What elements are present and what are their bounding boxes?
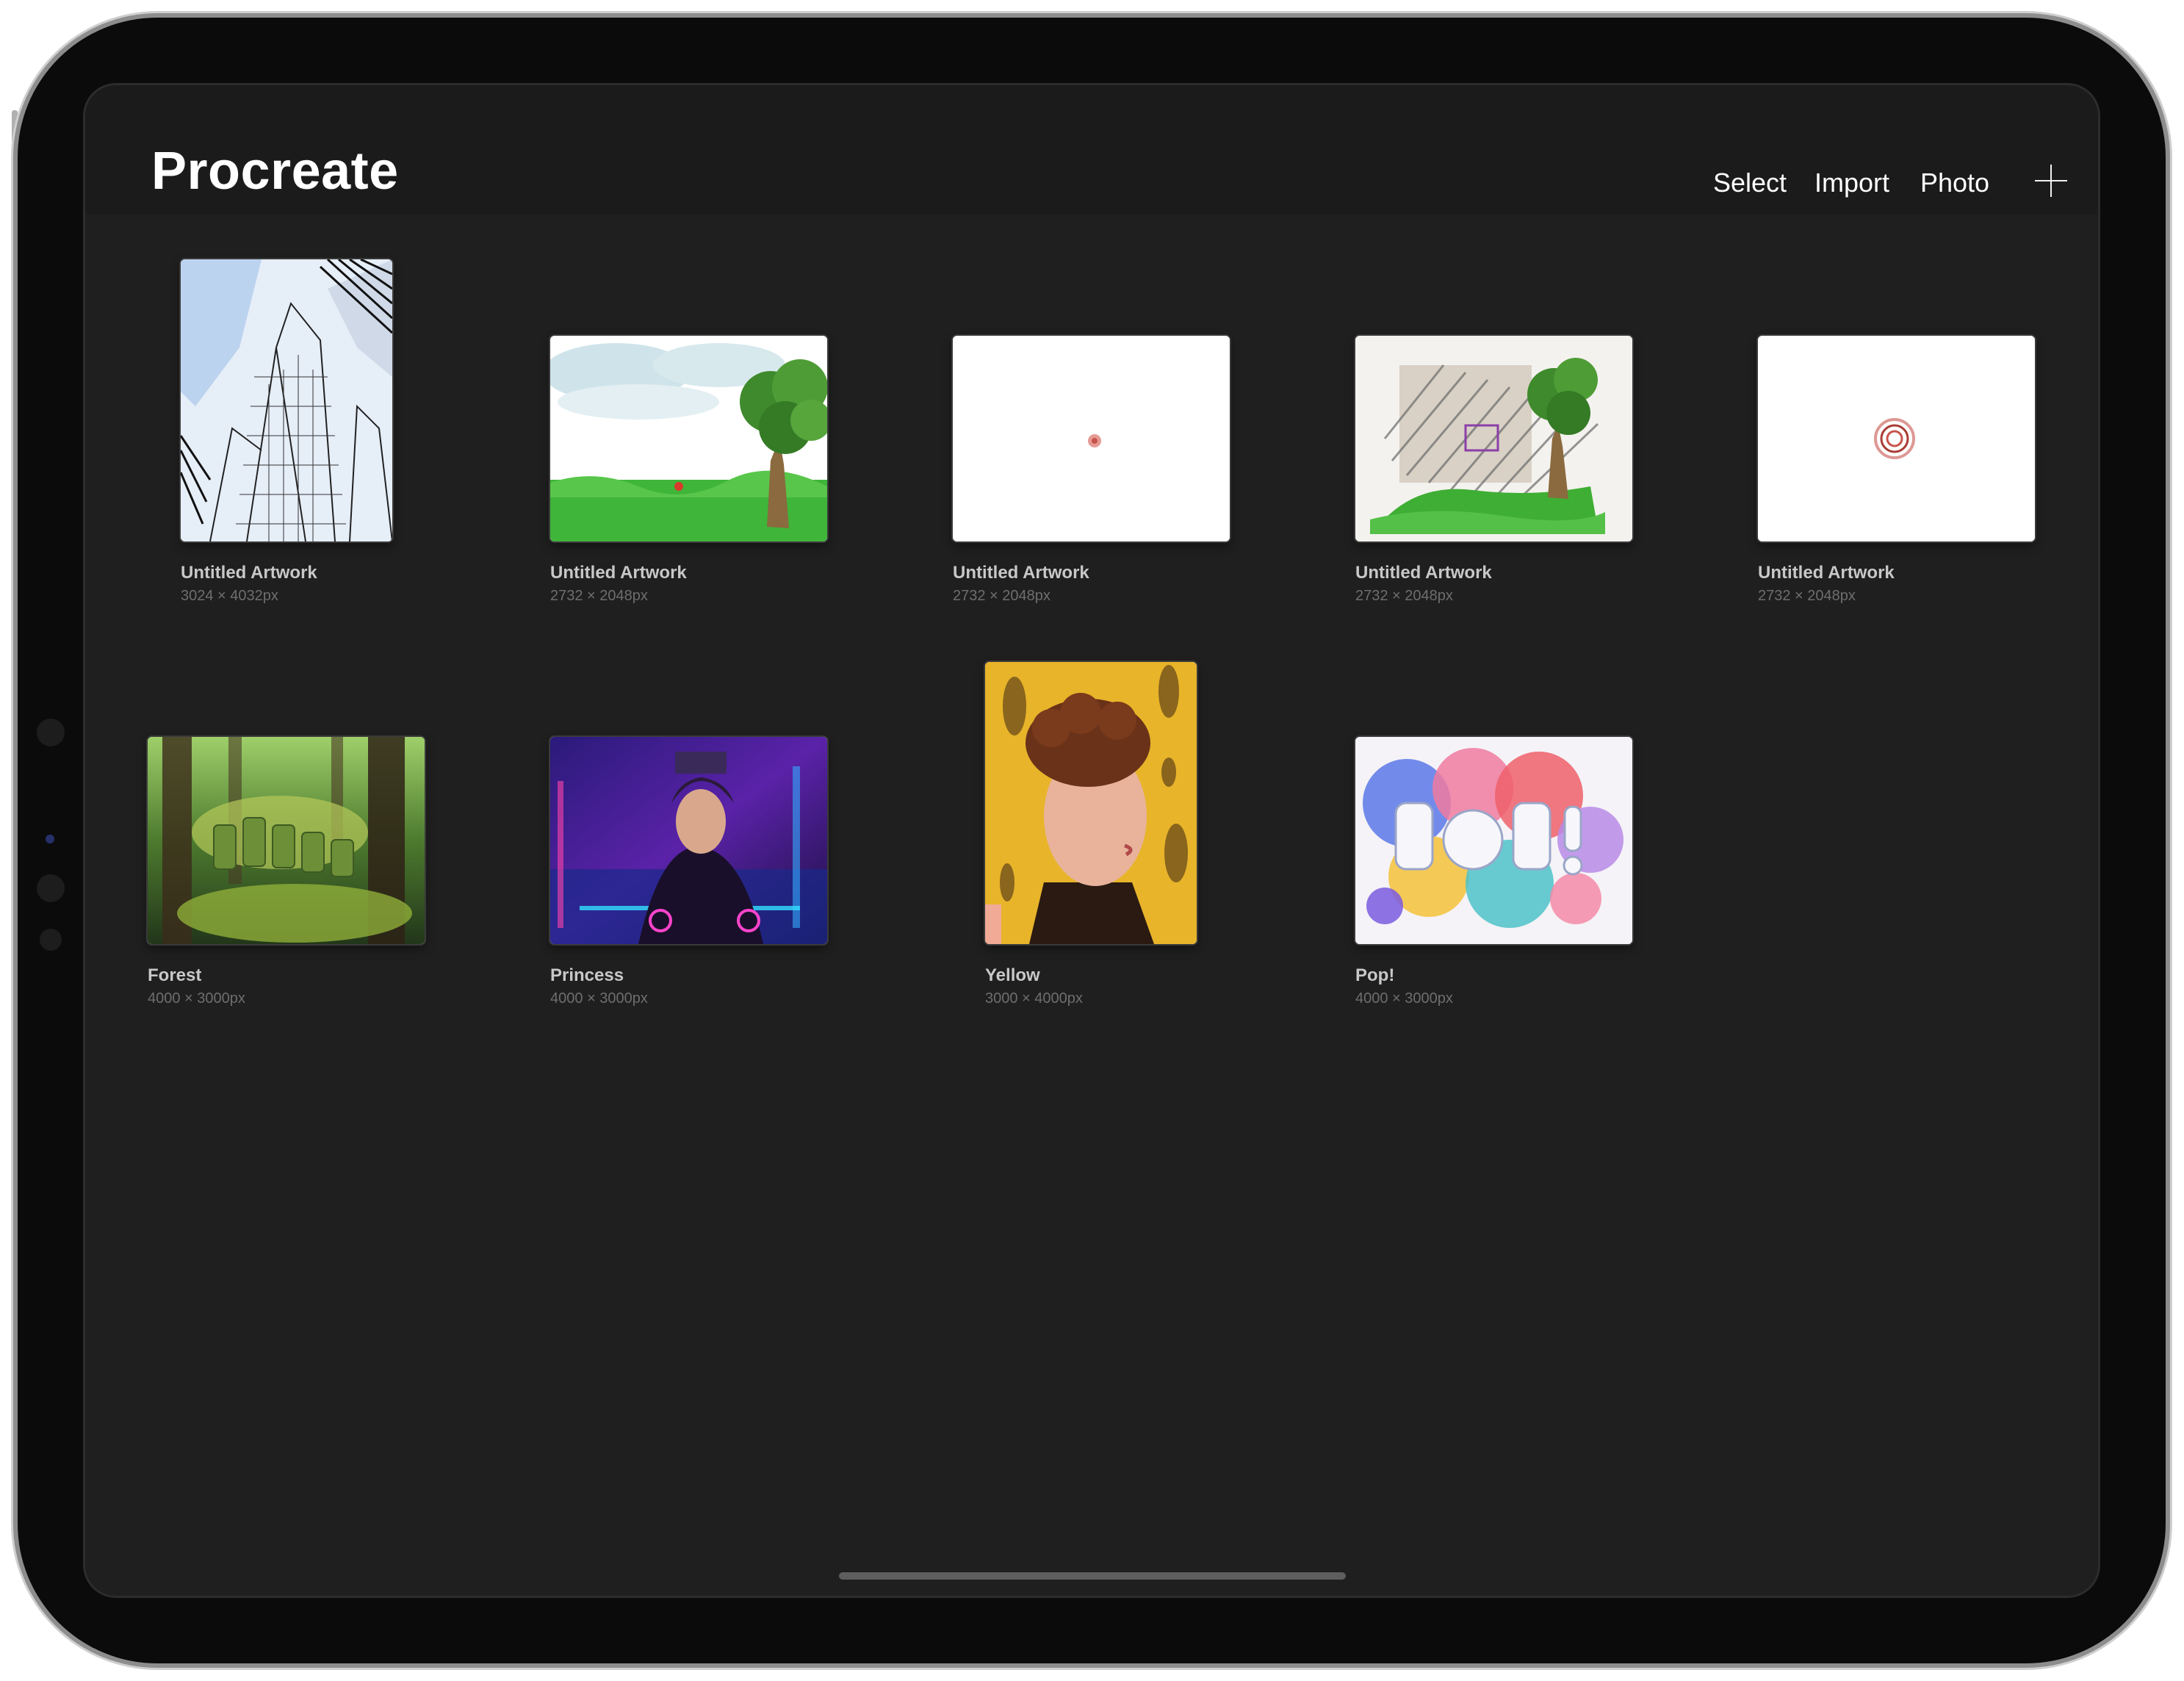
artwork-thumbnail[interactable] <box>1758 336 2035 541</box>
princess-thumbnail-image <box>550 737 827 944</box>
artwork-size: 4000 × 3000px <box>148 990 245 1007</box>
artwork-title: Untitled Artwork <box>953 563 1089 583</box>
camera-dot <box>40 929 62 951</box>
artwork-size: 4000 × 3000px <box>550 990 648 1007</box>
volume-down-button <box>262 12 336 18</box>
artwork-thumbnail[interactable] <box>985 662 1197 944</box>
spiral-thumbnail-image <box>1758 336 2035 541</box>
select-button[interactable]: Select <box>1713 168 1787 198</box>
artwork-thumbnail[interactable] <box>550 737 827 944</box>
artwork-thumbnail[interactable] <box>148 737 425 944</box>
artwork-size: 2732 × 2048px <box>1355 588 1453 604</box>
artwork-title: Untitled Artwork <box>181 563 317 583</box>
artwork-size: 4000 × 3000px <box>1355 990 1453 1007</box>
home-indicator[interactable] <box>839 1572 1346 1580</box>
artwork-size: 2732 × 2048px <box>1758 588 1856 604</box>
artwork-size: 2732 × 2048px <box>953 588 1050 604</box>
landscape-thumbnail-image <box>550 336 827 541</box>
artwork-title: Princess <box>550 965 624 985</box>
artwork-title: Yellow <box>985 965 1040 985</box>
camera-lens <box>46 835 54 843</box>
artwork-thumbnail[interactable] <box>181 259 392 541</box>
artwork-title: Untitled Artwork <box>1355 563 1492 583</box>
forest-thumbnail-image <box>148 737 425 944</box>
artwork-title: Untitled Artwork <box>550 563 687 583</box>
artwork-title: Pop! <box>1355 965 1395 985</box>
power-button <box>12 110 18 198</box>
pop-thumbnail-image <box>1355 737 1632 944</box>
artwork-size: 2732 × 2048px <box>550 588 648 604</box>
import-button[interactable]: Import <box>1814 168 1889 198</box>
artwork-thumbnail[interactable] <box>1355 737 1632 944</box>
artwork-size: 3024 × 4032px <box>181 588 278 604</box>
plus-icon[interactable] <box>2035 165 2067 197</box>
sketch-thumbnail-image <box>181 259 392 541</box>
artwork-size: 3000 × 4000px <box>985 990 1083 1007</box>
dot-thumbnail-image <box>953 336 1230 541</box>
gallery-screen: Procreate Select Import Photo Untitled A… <box>85 85 2098 1596</box>
top-bar: Procreate Select Import Photo <box>85 85 2098 215</box>
app-title: Procreate <box>151 142 399 201</box>
artwork-title: Forest <box>148 965 202 985</box>
artwork-thumbnail[interactable] <box>550 336 827 541</box>
artwork-title: Untitled Artwork <box>1758 563 1895 583</box>
artwork-thumbnail[interactable] <box>953 336 1230 541</box>
camera-dot <box>37 874 65 902</box>
camera-dot <box>37 719 65 746</box>
artwork-thumbnail[interactable] <box>1355 336 1632 541</box>
volume-up-button <box>167 12 229 18</box>
photo-button[interactable]: Photo <box>1920 168 1989 198</box>
hatched-tree-thumbnail-image <box>1355 336 1632 541</box>
yellow-portrait-thumbnail-image <box>985 662 1197 944</box>
